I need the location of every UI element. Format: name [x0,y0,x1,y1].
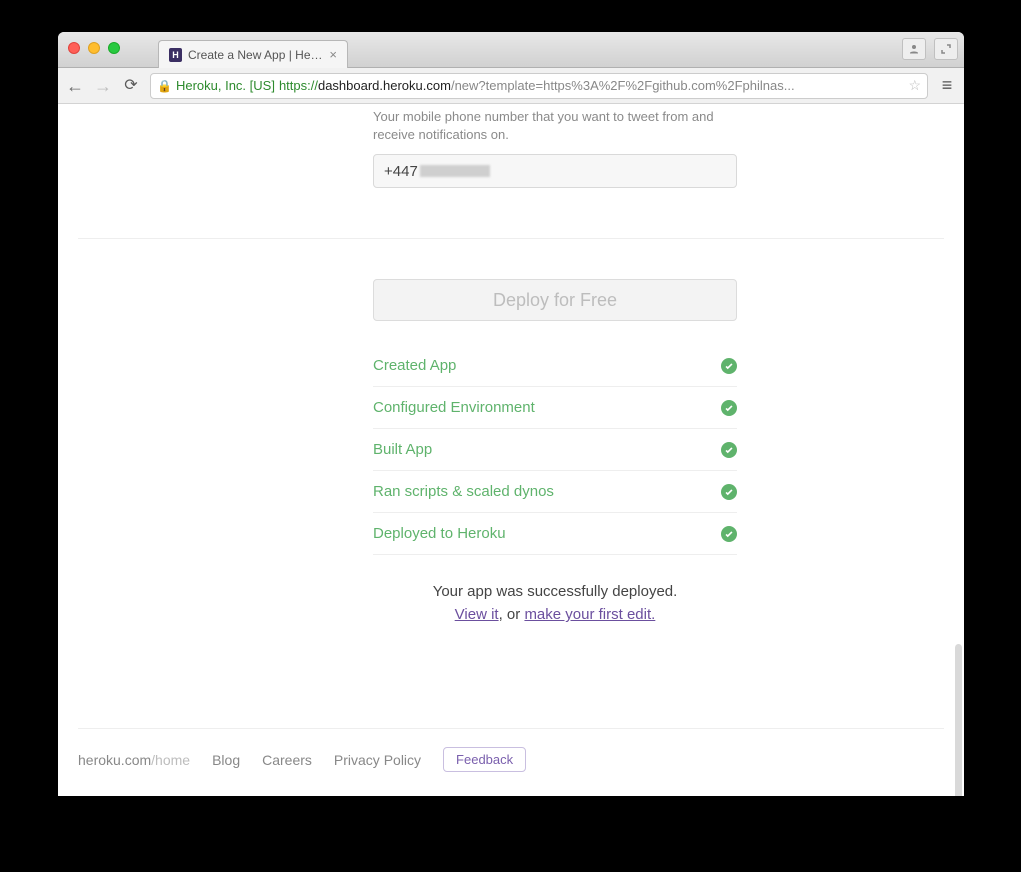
browser-tab[interactable]: H Create a New App | Heroku × [158,40,348,68]
zoom-window-icon[interactable] [108,42,120,54]
check-icon [721,400,737,416]
fullscreen-icon[interactable] [934,38,958,60]
url-protocol: https:// [279,78,318,93]
step-label: Deployed to Heroku [373,525,506,542]
between-text: , or [499,606,525,623]
reload-button[interactable]: ⟳ [122,78,140,94]
ssl-org: Heroku, Inc. [US] [176,78,275,93]
url-host: dashboard.heroku.com [318,78,451,93]
step-configured-env: Configured Environment [373,387,737,429]
check-icon [721,484,737,500]
step-label: Configured Environment [373,399,535,416]
lock-icon: 🔒 [157,79,172,93]
hamburger-menu-icon[interactable]: ≡ [938,75,956,96]
footer-brand[interactable]: heroku.com/home [78,752,190,768]
tab-title: Create a New App | Heroku [188,48,323,62]
divider [78,238,944,239]
forward-button: → [94,77,112,95]
footer-link-careers[interactable]: Careers [262,752,312,768]
step-label: Created App [373,357,456,374]
phone-help-text: Your mobile phone number that you want t… [373,108,737,144]
success-message: Your app was successfully deployed. View… [373,583,737,623]
step-label: Built App [373,441,432,458]
step-deployed: Deployed to Heroku [373,513,737,555]
deploy-button-label: Deploy for Free [493,290,617,311]
footer-brand-path: /home [151,752,190,768]
feedback-button[interactable]: Feedback [443,747,526,772]
browser-window: H Create a New App | Heroku × ← → ⟳ 🔒 He… [58,32,964,796]
step-built-app: Built App [373,429,737,471]
first-edit-link[interactable]: make your first edit. [524,606,655,623]
view-app-link[interactable]: View it [455,606,499,623]
close-tab-icon[interactable]: × [329,47,337,62]
footer: heroku.com/home Blog Careers Privacy Pol… [78,728,944,796]
titlebar: H Create a New App | Heroku × [58,32,964,68]
deploy-button[interactable]: Deploy for Free [373,279,737,321]
heroku-favicon-icon: H [169,48,182,62]
step-scaled-dynos: Ran scripts & scaled dynos [373,471,737,513]
footer-brand-domain: heroku.com [78,752,151,768]
scrollbar[interactable] [955,644,962,796]
redacted-phone-icon [420,165,490,177]
close-window-icon[interactable] [68,42,80,54]
phone-field-group: Your mobile phone number that you want t… [373,104,737,188]
check-icon [721,442,737,458]
toolbar: ← → ⟳ 🔒 Heroku, Inc. [US] https:// dashb… [58,68,964,104]
bookmark-star-icon[interactable]: ☆ [904,77,921,94]
check-icon [721,526,737,542]
check-icon [721,358,737,374]
url-path: /new?template=https%3A%2F%2Fgithub.com%2… [451,78,795,93]
back-button[interactable]: ← [66,77,84,95]
success-line: Your app was successfully deployed. [373,583,737,600]
footer-link-blog[interactable]: Blog [212,752,240,768]
address-bar[interactable]: 🔒 Heroku, Inc. [US] https:// dashboard.h… [150,73,928,99]
window-controls [58,38,130,54]
minimize-window-icon[interactable] [88,42,100,54]
phone-input[interactable]: +447 [373,154,737,188]
phone-value-prefix: +447 [384,163,418,180]
user-icon[interactable] [902,38,926,60]
page-content: Your mobile phone number that you want t… [58,104,964,796]
step-label: Ran scripts & scaled dynos [373,483,554,500]
footer-link-privacy[interactable]: Privacy Policy [334,752,421,768]
deploy-steps: Created App Configured Environment Built… [373,345,737,555]
step-created-app: Created App [373,345,737,387]
